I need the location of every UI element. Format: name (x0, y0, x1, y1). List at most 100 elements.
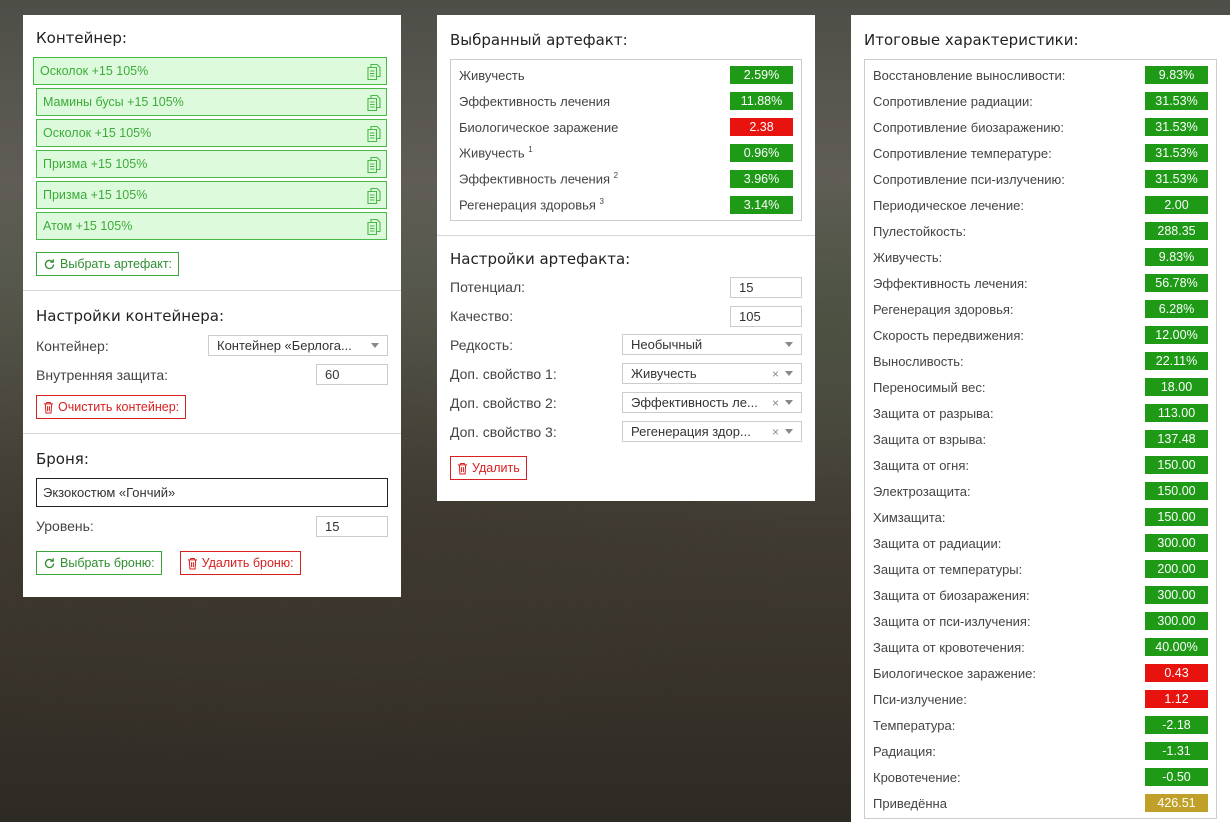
extra1-select[interactable]: Живучесть × (622, 363, 802, 384)
stat-name-text: Регенерация здоровья (459, 197, 596, 213)
container-items-list: Осколок +15 105% Мамины бусы +15 105% Оско… (33, 57, 387, 240)
stat-row: Защита от взрыва: 137.48 (873, 426, 1208, 452)
container-section: Контейнер: Осколок +15 105% Мамины бусы +… (23, 15, 401, 291)
stat-name-text: Приведённа (873, 795, 947, 811)
totals-section: Итоговые характеристики: Восстановление … (851, 15, 1230, 822)
stat-name-text: Сопротивление температуре: (873, 145, 1052, 161)
stat-footnote: 3 (599, 197, 604, 207)
stat-name: Защита от биозаражения: (873, 588, 1030, 603)
copy-icon[interactable] (366, 125, 381, 142)
trash-icon (43, 401, 54, 414)
copy-icon[interactable] (366, 94, 381, 111)
extra2-select-value: Эффективность ле... (631, 395, 758, 410)
stat-name-text: Эффективность лечения (459, 93, 611, 109)
stat-value-badge: 150.00 (1145, 456, 1208, 474)
stat-row: Защита от биозаражения: 300.00 (873, 582, 1208, 608)
stat-name-text: Живучесть: (873, 249, 943, 265)
copy-icon[interactable] (366, 156, 381, 173)
stat-row: Восстановление выносливости: 9.83% (873, 62, 1208, 88)
extra3-select[interactable]: Регенерация здор... × (622, 421, 802, 442)
stat-name: Живучесть: (873, 250, 942, 265)
stat-name-text: Защита от биозаражения: (873, 587, 1030, 603)
quality-input[interactable]: 105 (730, 305, 802, 327)
artifact-settings-section: Настройки артефакта: Потенциал: 15 Качес… (437, 236, 815, 494)
stat-row: Радиация: -1.31 (873, 738, 1208, 764)
delete-armor-button[interactable]: Удалить броню: (179, 551, 301, 575)
stat-row: Биологическое заражение: 0.43 (873, 660, 1208, 686)
stat-value-badge: 300.00 (1145, 534, 1208, 552)
stat-row: Кровотечение: -0.50 (873, 764, 1208, 790)
stat-name: Защита от температуры: (873, 562, 1022, 577)
stat-name: Защита от взрыва: (873, 432, 986, 447)
quality-row: Качество: 105 (450, 302, 802, 330)
clear-container-button[interactable]: Очистить контейнер: (36, 395, 187, 419)
level-input[interactable]: 15 (316, 515, 388, 537)
potential-row: Потенциал: 15 (450, 272, 802, 302)
stat-value-badge: 6.28% (1145, 300, 1208, 318)
clear-icon[interactable]: × (772, 367, 779, 381)
stat-name-text: Переносимый вес: (873, 379, 986, 395)
clear-icon[interactable]: × (772, 396, 779, 410)
armor-section: Броня: Экзокостюм «Гончий» Уровень: 15 В… (23, 434, 401, 589)
stat-name: Эффективность лечения: (873, 276, 1028, 291)
rarity-select[interactable]: Необычный (622, 334, 802, 355)
stat-footnote: 1 (528, 145, 533, 155)
container-item[interactable]: Мамины бусы +15 105% (36, 88, 387, 116)
stat-value-badge: 3.14% (730, 196, 793, 214)
stat-value-badge: 31.53% (1145, 92, 1208, 110)
stat-value-badge: -1.31 (1145, 742, 1208, 760)
select-armor-button[interactable]: Выбрать броню: (36, 551, 162, 575)
stat-value-badge: -0.50 (1145, 768, 1208, 786)
container-item-label: Призма +15 105% (43, 157, 148, 171)
container-label: Контейнер: (36, 337, 109, 354)
stat-row: Сопротивление биозаражению: 31.53% (873, 114, 1208, 140)
potential-input[interactable]: 15 (730, 276, 802, 298)
container-panel: Контейнер: Осколок +15 105% Мамины бусы +… (23, 15, 401, 597)
artifact-stats-list: Живучесть 2.59% Эффективность лечения 11.88… (450, 59, 802, 221)
clear-icon[interactable]: × (772, 425, 779, 439)
stat-name: Эффективность лечения 2 (459, 171, 618, 186)
refresh-icon (44, 258, 55, 269)
container-item[interactable]: Осколок +15 105% (36, 119, 387, 147)
stat-name-text: Защита от огня: (873, 457, 970, 473)
select-artifact-label: Выбрать артефакт: (60, 257, 173, 271)
container-item-label: Осколок +15 105% (43, 126, 152, 140)
stat-name-text: Защита от радиации: (873, 535, 1002, 551)
stat-row: Сопротивление радиации: 31.53% (873, 88, 1208, 114)
stat-row: Защита от огня: 150.00 (873, 452, 1208, 478)
container-item[interactable]: Призма +15 105% (36, 150, 387, 178)
select-artifact-button[interactable]: Выбрать артефакт: (36, 252, 180, 276)
protection-input[interactable]: 60 (316, 364, 388, 385)
selected-artifact-title: Выбранный артефакт: (450, 31, 628, 49)
rarity-row: Редкость: Необычный (450, 330, 802, 359)
container-select[interactable]: Контейнер «Берлога... (208, 335, 388, 356)
stat-row: Защита от кровотечения: 40.00% (873, 634, 1208, 660)
refresh-icon (44, 557, 55, 568)
stat-row: Пулестойкость: 288.35 (873, 218, 1208, 244)
chevron-down-icon (785, 342, 793, 347)
stat-value-badge: 426.51 (1145, 794, 1208, 812)
container-item[interactable]: Призма +15 105% (36, 181, 387, 209)
stat-row: Защита от пси-излучения: 300.00 (873, 608, 1208, 634)
stat-name: Переносимый вес: (873, 380, 985, 395)
stat-name-text: Сопротивление радиации: (873, 93, 1033, 109)
stat-row: Электрозащита: 150.00 (873, 478, 1208, 504)
extra2-select[interactable]: Эффективность ле... × (622, 392, 802, 413)
select-armor-label: Выбрать броню: (60, 556, 155, 570)
level-row: Уровень: 15 (36, 515, 388, 537)
copy-icon[interactable] (366, 187, 381, 204)
stat-name: Сопротивление радиации: (873, 94, 1033, 109)
armor-field[interactable]: Экзокостюм «Гончий» (36, 478, 388, 507)
selected-artifact-section: Выбранный артефакт: Живучесть 2.59% Эффект… (437, 15, 815, 236)
delete-artifact-button[interactable]: Удалить (450, 456, 527, 480)
totals-title: Итоговые характеристики: (864, 31, 1079, 49)
stat-name-text: Живучесть (459, 145, 525, 161)
stat-value-badge: 40.00% (1145, 638, 1208, 656)
copy-icon[interactable] (366, 63, 381, 80)
container-item[interactable]: Атом +15 105% (36, 212, 387, 240)
stat-name: Регенерация здоровья: (873, 302, 1014, 317)
stat-name: Регенерация здоровья 3 (459, 197, 604, 212)
container-item[interactable]: Осколок +15 105% (33, 57, 387, 85)
delete-armor-label: Удалить броню: (201, 556, 294, 570)
copy-icon[interactable] (366, 218, 381, 235)
